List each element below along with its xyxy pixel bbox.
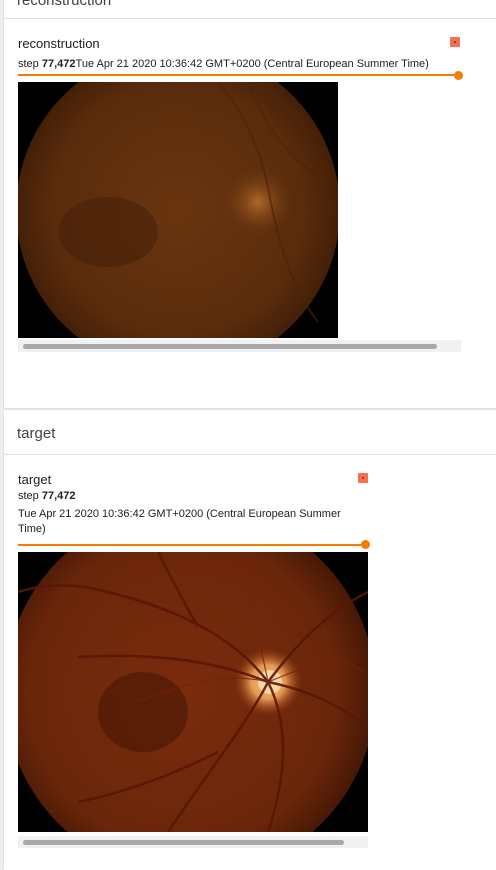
scrollbar-thumb[interactable] [23, 344, 437, 349]
section-reconstruction: reconstruction reconstruction step 77,47… [4, 0, 496, 408]
step-info: step 77,472 [18, 490, 76, 502]
pin-icon[interactable] [450, 37, 460, 47]
fundus-image-blurry [18, 82, 338, 338]
step-label: step [18, 490, 42, 502]
step-value: 77,472 [41, 58, 76, 70]
image-card: target step 77,472 Tue Apr 21 2020 10:36… [18, 472, 370, 862]
section-title: reconstruction [17, 0, 112, 9]
scrollbar-thumb[interactable] [23, 840, 344, 845]
section-divider [4, 18, 496, 19]
image-card: reconstruction step 77,472Tue Apr 21 202… [18, 36, 463, 356]
tag-name: reconstruction [18, 36, 100, 51]
step-info: step 77,472Tue Apr 21 2020 10:36:42 GMT+… [18, 58, 429, 70]
step-slider-thumb[interactable] [361, 540, 370, 549]
horizontal-scrollbar[interactable] [18, 836, 368, 848]
step-value: 77,472 [41, 490, 76, 502]
wall-time: Tue Apr 21 2020 10:36:42 GMT+0200 (Centr… [75, 58, 429, 70]
reconstruction-image [18, 82, 338, 338]
step-slider-thumb[interactable] [454, 71, 463, 80]
tag-name: target [18, 472, 52, 487]
section-target: target target step 77,472 Tue Apr 21 202… [4, 410, 496, 870]
section-title: target [17, 425, 56, 442]
fundus-image-sharp [18, 552, 368, 832]
step-slider-track[interactable] [18, 544, 364, 546]
horizontal-scrollbar[interactable] [18, 340, 461, 352]
pin-icon[interactable] [358, 473, 368, 483]
step-slider-track[interactable] [18, 74, 458, 76]
wall-time: Tue Apr 21 2020 10:36:42 GMT+0200 (Centr… [18, 508, 341, 535]
target-image [18, 552, 368, 832]
section-divider [4, 454, 496, 455]
step-label: step [18, 58, 42, 70]
